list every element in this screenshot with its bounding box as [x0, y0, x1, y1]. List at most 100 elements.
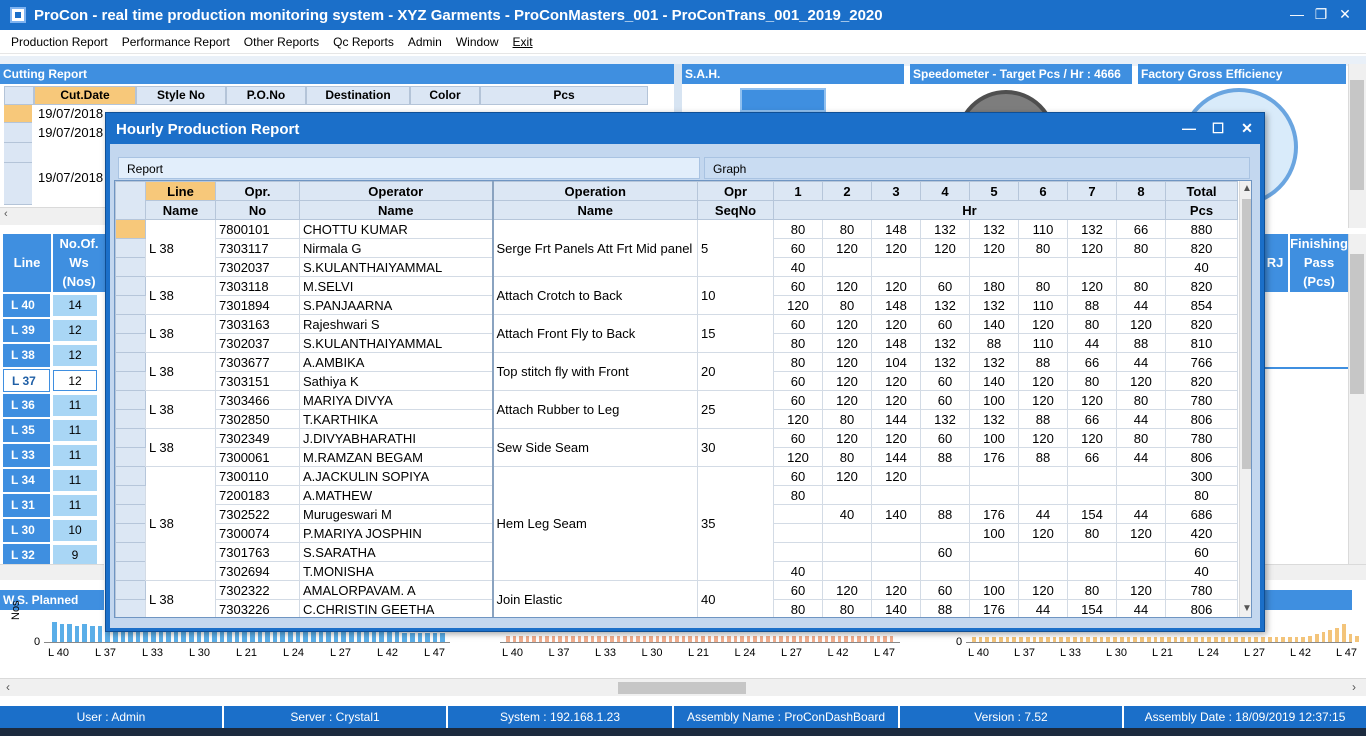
close-button[interactable]: ✕: [1322, 0, 1366, 30]
middle-vscroll-thumb[interactable]: [1350, 254, 1364, 394]
table-row[interactable]: L 38 7303118 M.SELVI Attach Crotch to Back 1…: [115, 276, 1238, 315]
menu-admin[interactable]: Admin: [401, 35, 449, 49]
table-row[interactable]: L 38 7303677 A.AMBIKA Top stitch fly with F…: [115, 352, 1238, 391]
col-line[interactable]: Line: [145, 181, 216, 201]
row-header[interactable]: [115, 523, 146, 543]
chart-bar: [532, 636, 536, 642]
line-hscroll[interactable]: [0, 564, 104, 580]
cell-operator-name: Murugeswari M: [299, 504, 494, 524]
top-vscroll-thumb[interactable]: [1350, 80, 1364, 190]
cutting-col-style-no[interactable]: Style No: [136, 86, 226, 105]
line-row-label[interactable]: L 37: [3, 369, 50, 392]
row-header[interactable]: [115, 504, 146, 524]
row-header[interactable]: [115, 295, 146, 315]
main-hscroll-thumb[interactable]: [618, 682, 746, 694]
row-header[interactable]: [115, 561, 146, 581]
cell-hour-3: 148: [871, 333, 921, 353]
line-row-label[interactable]: L 39: [3, 319, 50, 342]
col-hr-3[interactable]: 3: [871, 181, 921, 201]
scroll-left-arrow-icon[interactable]: ‹: [6, 680, 10, 694]
row-header[interactable]: [115, 580, 146, 600]
row-header[interactable]: [115, 333, 146, 353]
scroll-up-arrow-icon[interactable]: ▲: [1240, 181, 1251, 197]
scroll-right-arrow-icon[interactable]: ›: [1352, 680, 1356, 694]
cell-operator-name: CHOTTU KUMAR: [299, 219, 494, 239]
line-row-label[interactable]: L 30: [3, 519, 50, 542]
row-header[interactable]: [115, 542, 146, 562]
table-row[interactable]: L 38 7303466 MARIYA DIVYA Attach Rubber to …: [115, 390, 1238, 429]
col-opr-seq-sub: SeqNo: [697, 200, 774, 220]
col-hr-4[interactable]: 4: [920, 181, 970, 201]
cell-hour-2: 120: [822, 352, 872, 372]
col-operator[interactable]: Operator: [299, 181, 494, 201]
menu-performance-report[interactable]: Performance Report: [115, 35, 237, 49]
table-row[interactable]: L 38 7303163 Rajeshwari S Attach Front Fly …: [115, 314, 1238, 353]
dialog-vscroll[interactable]: ▲ ▼: [1239, 181, 1251, 617]
table-row[interactable]: L 38 7300110 A.JACKULIN SOPIYA Hem Leg Seam…: [115, 466, 1238, 581]
scroll-down-arrow-icon[interactable]: ▼: [1240, 601, 1251, 617]
line-row-label[interactable]: L 31: [3, 494, 50, 517]
line-row-label[interactable]: L 34: [3, 469, 50, 492]
row-header[interactable]: [115, 219, 146, 239]
scroll-left-arrow-icon[interactable]: ‹: [4, 208, 8, 220]
cell-hour-3: 120: [871, 580, 921, 600]
chart-bar: [688, 636, 692, 642]
dialog-vscroll-thumb[interactable]: [1242, 199, 1251, 469]
row-header[interactable]: [115, 485, 146, 505]
col-opr-seq[interactable]: Opr: [697, 181, 774, 201]
taskbar: [0, 728, 1366, 736]
tab-report[interactable]: Report: [118, 157, 700, 179]
row-header[interactable]: [115, 390, 146, 410]
line-row-label[interactable]: L 35: [3, 419, 50, 442]
line-row-label[interactable]: L 40: [3, 294, 50, 317]
menu-exit[interactable]: Exit: [506, 35, 540, 49]
col-hr-6[interactable]: 6: [1018, 181, 1068, 201]
chart-bar: [371, 632, 377, 642]
col-operation[interactable]: Operation: [492, 181, 698, 201]
cutting-col-color[interactable]: Color: [410, 86, 480, 105]
line-row-label[interactable]: L 38: [3, 344, 50, 367]
row-header[interactable]: [115, 276, 146, 296]
cutting-col-destination[interactable]: Destination: [306, 86, 410, 105]
cutting-col-cut-date[interactable]: Cut.Date: [34, 86, 136, 105]
main-hscroll[interactable]: ‹ ›: [0, 678, 1366, 696]
right-chart-title: [1264, 590, 1352, 610]
table-row[interactable]: L 38 7302349 J.DIVYABHARATHI Sew Side Seam 3…: [115, 428, 1238, 467]
menu-qc-reports[interactable]: Qc Reports: [326, 35, 401, 49]
dialog-maximize-button[interactable]: ☐: [1205, 117, 1231, 139]
menu-production-report[interactable]: Production Report: [4, 35, 115, 49]
col-hr-8[interactable]: 8: [1116, 181, 1166, 201]
chart-x-label: L 42: [377, 647, 399, 659]
row-header[interactable]: [115, 238, 146, 258]
line-row-label[interactable]: L 33: [3, 444, 50, 467]
row-header[interactable]: [115, 314, 146, 334]
tab-graph[interactable]: Graph: [704, 157, 1250, 179]
cell-hour-8: [1116, 561, 1166, 581]
row-header[interactable]: [115, 428, 146, 448]
row-header[interactable]: [115, 447, 146, 467]
cutting-col-po-no[interactable]: P.O.No: [226, 86, 306, 105]
dialog-close-button[interactable]: ✕: [1234, 117, 1260, 139]
dialog-minimize-button[interactable]: —: [1176, 117, 1202, 139]
col-hr-5[interactable]: 5: [969, 181, 1019, 201]
row-header[interactable]: [115, 466, 146, 486]
cell-hour-2: 80: [822, 599, 872, 617]
col-opr-no[interactable]: Opr.: [215, 181, 300, 201]
row-header[interactable]: [115, 257, 146, 277]
row-header[interactable]: [115, 409, 146, 429]
col-hr-7[interactable]: 7: [1067, 181, 1117, 201]
col-total[interactable]: Total: [1165, 181, 1238, 201]
line-row-label[interactable]: L 36: [3, 394, 50, 417]
row-header[interactable]: [115, 352, 146, 372]
row-header[interactable]: [115, 371, 146, 391]
col-hr-1[interactable]: 1: [773, 181, 823, 201]
table-row[interactable]: L 38 7302322 AMALORPAVAM. A Join Elastic 40 6…: [115, 580, 1238, 617]
finishing-hscroll[interactable]: [1264, 564, 1366, 580]
row-header[interactable]: [115, 599, 146, 617]
table-row[interactable]: L 38 7800101 CHOTTU KUMAR Serge Frt Panels …: [115, 219, 1238, 277]
cutting-col-pcs[interactable]: Pcs: [480, 86, 648, 105]
col-hr-2[interactable]: 2: [822, 181, 872, 201]
menu-other-reports[interactable]: Other Reports: [237, 35, 326, 49]
cell-hour-8: 44: [1116, 352, 1166, 372]
menu-window[interactable]: Window: [449, 35, 506, 49]
